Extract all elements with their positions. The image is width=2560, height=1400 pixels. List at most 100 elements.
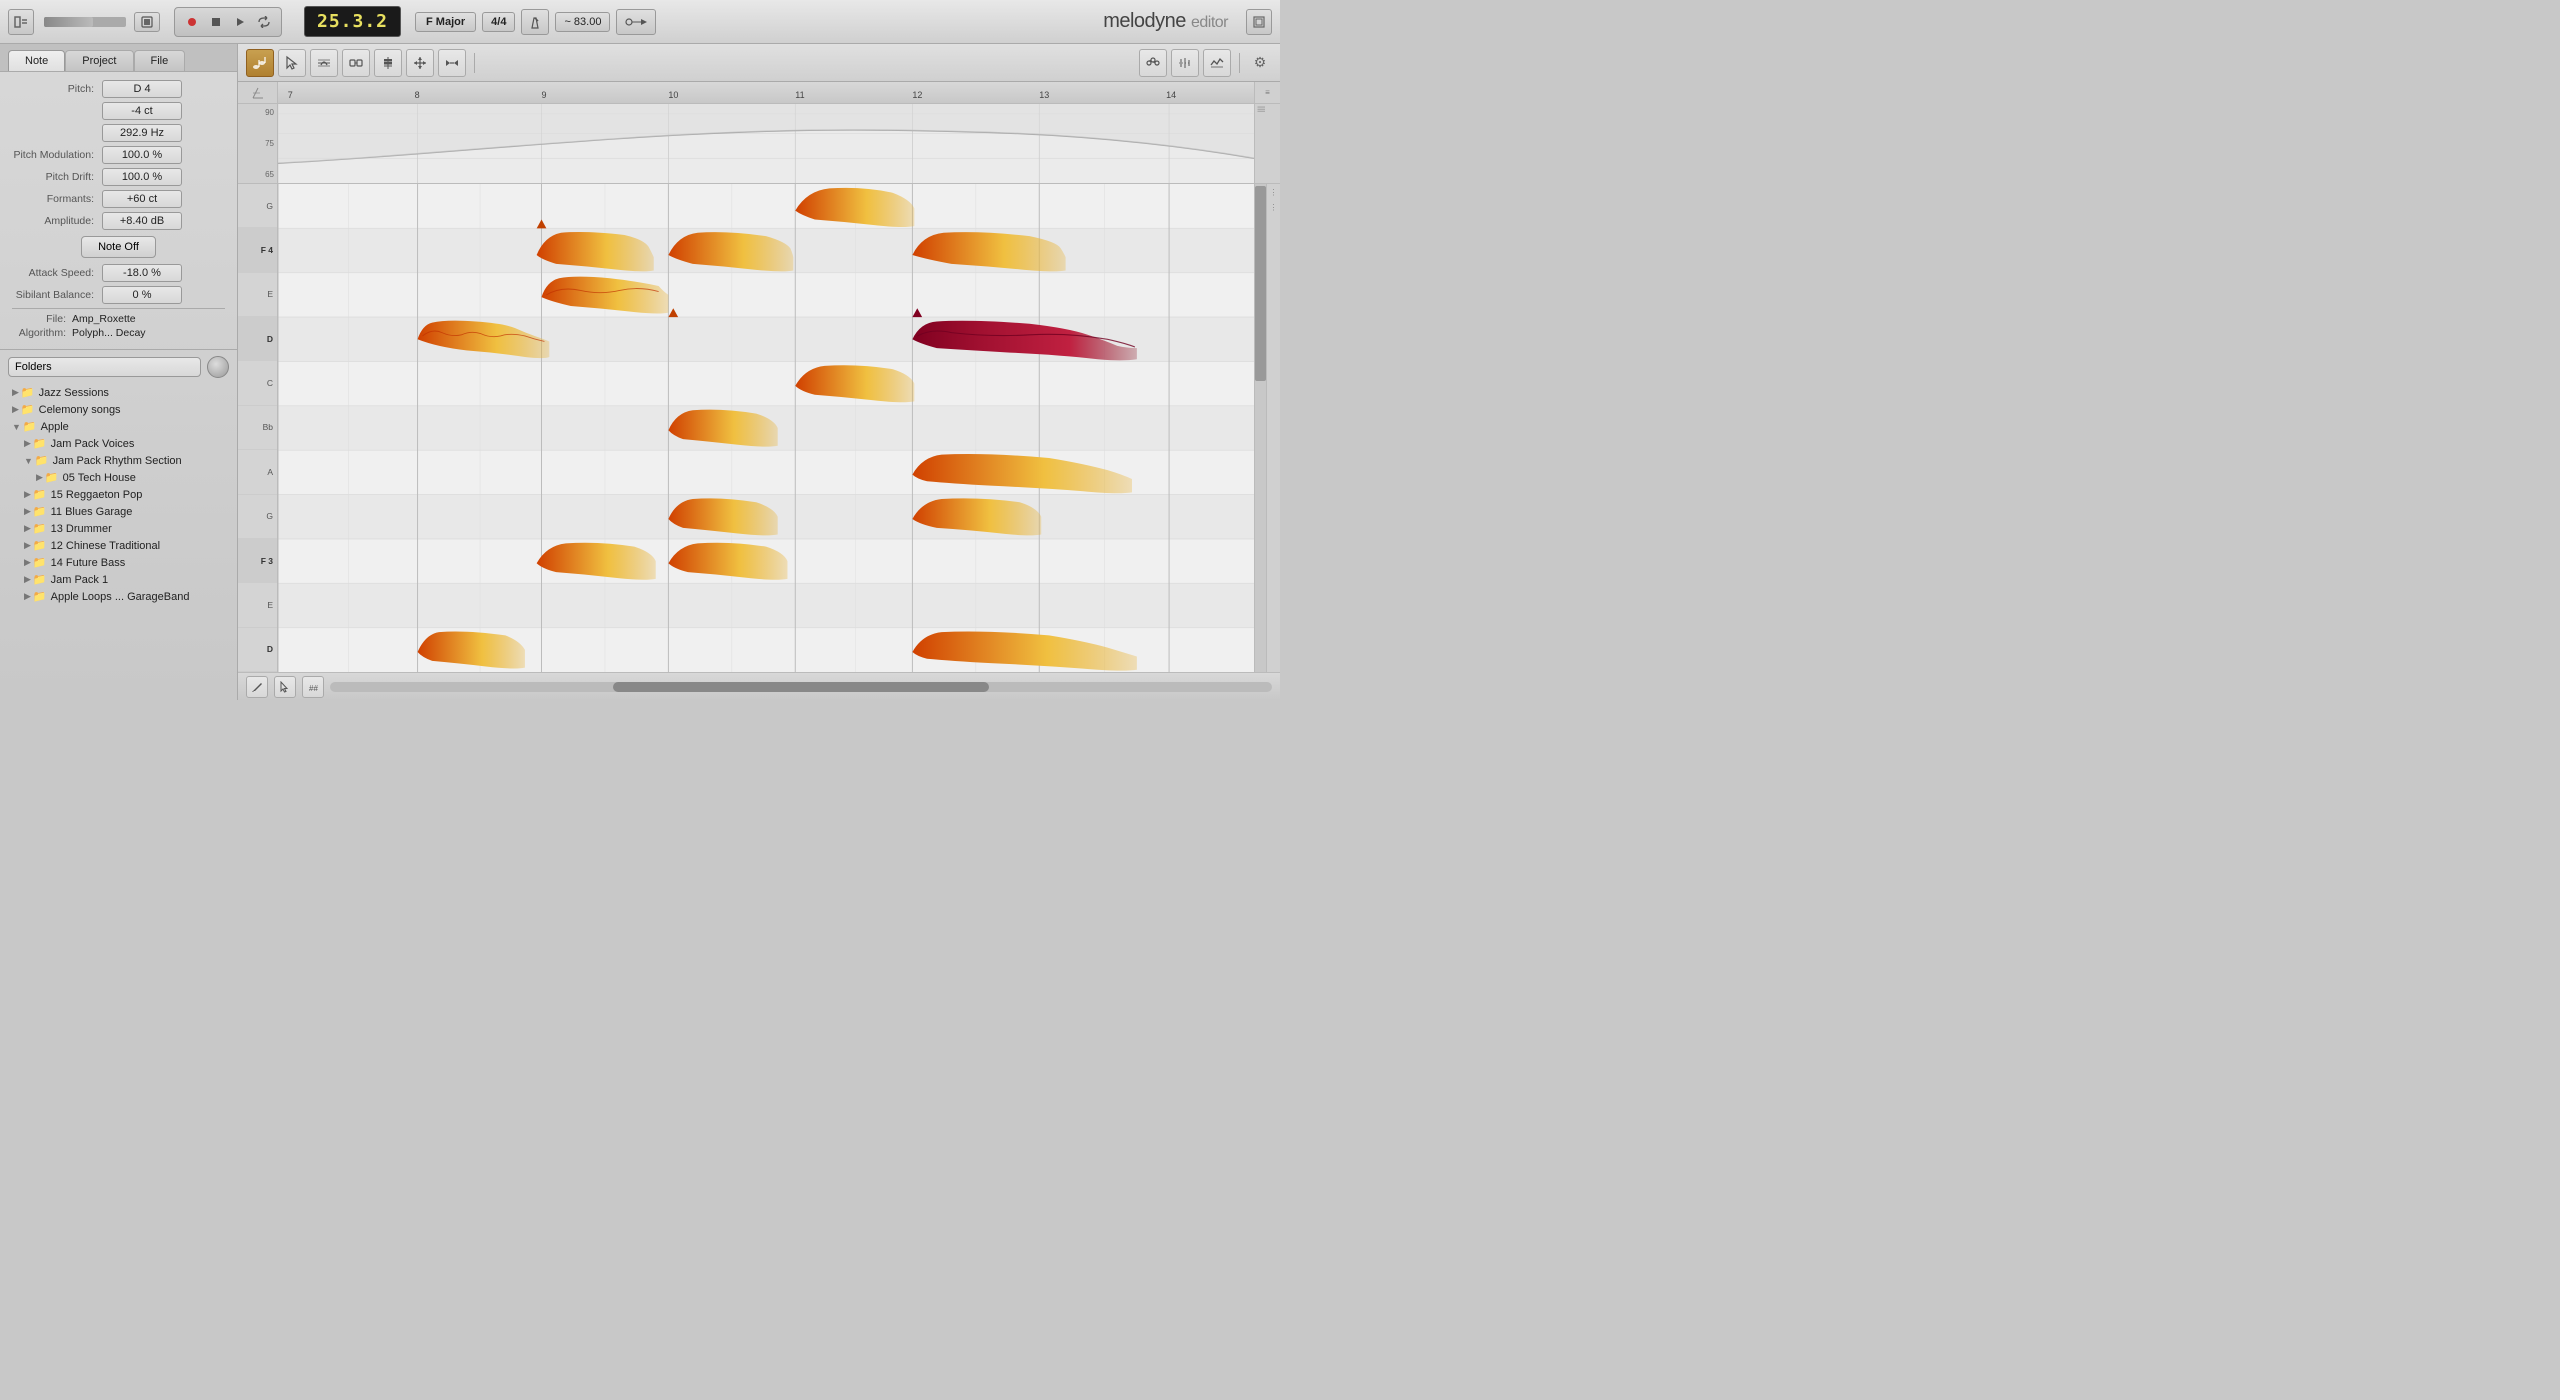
- bottom-bar: ##: [238, 672, 1280, 700]
- settings-button[interactable]: ⚙: [1248, 51, 1272, 75]
- tree-item-jazz[interactable]: ▶ 📁 Jazz Sessions: [8, 384, 229, 401]
- hz-row: 292.9 Hz: [12, 124, 225, 142]
- tree-item-blues[interactable]: ▶ 📁 11 Blues Garage: [8, 503, 229, 520]
- svg-text:##: ##: [309, 684, 318, 693]
- edge-tool-2[interactable]: ⋮: [1270, 203, 1278, 212]
- select-tool-button[interactable]: [278, 49, 306, 77]
- level-90: 90: [265, 108, 274, 117]
- note-properties-panel: Pitch: D 4 -4 ct 292.9 Hz Pitch Modulati…: [0, 72, 237, 350]
- file-row: File: Amp_Roxette: [12, 313, 225, 325]
- metronome-button[interactable]: [521, 9, 549, 35]
- tree-item-jampack-rhythm[interactable]: ▼ 📁 Jam Pack Rhythm Section: [8, 452, 229, 469]
- bar-ruler[interactable]: 7 8 9 10 11 12 13 14: [278, 82, 1254, 104]
- tree-item-apple-loops[interactable]: ▶ 📁 Apple Loops ... GarageBand: [8, 588, 229, 605]
- app-logo: melodyne editor: [1103, 10, 1228, 33]
- tree-item-jampack-voices[interactable]: ▶ 📁 Jam Pack Voices: [8, 435, 229, 452]
- folder-icon: ▶: [24, 506, 31, 517]
- file-label: File:: [12, 313, 72, 325]
- tempo-display[interactable]: ~ 83.00: [555, 12, 610, 32]
- edge-tool-1[interactable]: ⋮: [1270, 188, 1278, 197]
- pitch-drift-label: Pitch Drift:: [12, 171, 102, 183]
- main-content: Note Project File Pitch: D 4 -4 ct 292.9…: [0, 44, 1280, 700]
- cycle-button[interactable]: [253, 11, 275, 33]
- pitch-F3-label: F 3: [238, 539, 277, 583]
- amplitude-tool-button[interactable]: [374, 49, 402, 77]
- level-75: 75: [265, 139, 274, 148]
- tree-item-jampack1[interactable]: ▶ 📁 Jam Pack 1: [8, 571, 229, 588]
- pitch-D-label: D: [238, 317, 277, 361]
- tree-item-chinese[interactable]: ▶ 📁 12 Chinese Traditional: [8, 537, 229, 554]
- stretch-tool-button[interactable]: [438, 49, 466, 77]
- tree-item-drummer[interactable]: ▶ 📁 13 Drummer: [8, 520, 229, 537]
- position-display[interactable]: 25.3.2: [304, 6, 401, 37]
- bar-13: 13: [1039, 90, 1049, 100]
- loop-button[interactable]: [134, 12, 160, 32]
- transport-controls: [174, 7, 282, 37]
- key-display[interactable]: F Major: [415, 12, 476, 32]
- pencil-tool-status[interactable]: [246, 676, 268, 698]
- pitch-drift-value[interactable]: 100.0 %: [102, 168, 182, 186]
- stop-button[interactable]: [205, 11, 227, 33]
- tree-item-reggaeton[interactable]: ▶ 📁 15 Reggaeton Pop: [8, 486, 229, 503]
- melody-tool-button[interactable]: [246, 49, 274, 77]
- pitch-key-column: G F 4 E D C Bb A: [238, 184, 278, 672]
- right-edge-icon-1[interactable]: ≡: [1265, 88, 1270, 97]
- quantize-pitches-button[interactable]: [1139, 49, 1167, 77]
- automation-lane[interactable]: [278, 104, 1254, 183]
- sibilant-value[interactable]: 0 %: [102, 286, 182, 304]
- hz-value[interactable]: 292.9 Hz: [102, 124, 182, 142]
- right-edge-icon-2[interactable]: |||: [1255, 104, 1268, 114]
- pitch-tool-status[interactable]: ##: [302, 676, 324, 698]
- tree-item-future-bass[interactable]: ▶ 📁 14 Future Bass: [8, 554, 229, 571]
- cents-value[interactable]: -4 ct: [102, 102, 182, 120]
- select-tool-status[interactable]: [274, 676, 296, 698]
- horizontal-scrollbar[interactable]: [330, 682, 1272, 692]
- browser-knob[interactable]: [207, 356, 229, 378]
- sibilant-row: Sibilant Balance: 0 %: [12, 286, 225, 304]
- tab-note[interactable]: Note: [8, 50, 65, 71]
- play-button[interactable]: [229, 11, 251, 33]
- attack-speed-value[interactable]: -18.0 %: [102, 264, 182, 282]
- formants-value[interactable]: +60 ct: [102, 190, 182, 208]
- tree-item-label: Jam Pack Rhythm Section: [53, 455, 182, 467]
- time-signature[interactable]: 4/4: [482, 12, 515, 32]
- file-browser-tree: ▶ 📁 Jazz Sessions ▶ 📁 Celemony songs ▼ 📁…: [8, 384, 229, 694]
- tree-item-label: Celemony songs: [39, 404, 121, 416]
- pitch-tool-button[interactable]: [310, 49, 338, 77]
- pitch-mod-value[interactable]: 100.0 %: [102, 146, 182, 164]
- vertical-scrollbar[interactable]: [1254, 184, 1266, 672]
- note-off-button[interactable]: Note Off: [81, 236, 156, 258]
- record-button[interactable]: [181, 11, 203, 33]
- editor-right: ⚙ 7 8 9: [238, 44, 1280, 700]
- top-bar: 25.3.2 F Major 4/4 ~ 83.00 melodyne edit…: [0, 0, 1280, 44]
- window-button[interactable]: [1246, 9, 1272, 35]
- tab-file[interactable]: File: [134, 50, 186, 71]
- tree-item-tech-house[interactable]: ▶ 📁 05 Tech House: [8, 469, 229, 486]
- amplitude-value[interactable]: +8.40 dB: [102, 212, 182, 230]
- folder-expand-icon: ▼: [24, 456, 33, 466]
- cents-row: -4 ct: [12, 102, 225, 120]
- pan-tool-button[interactable]: [406, 49, 434, 77]
- pitch-center-button[interactable]: [1203, 49, 1231, 77]
- folder-icon: ▶: [24, 438, 31, 449]
- pitch-value[interactable]: D 4: [102, 80, 182, 98]
- folder-icon: ▶: [36, 472, 43, 483]
- timing-button[interactable]: [1171, 49, 1199, 77]
- tuning-button[interactable]: [616, 9, 656, 35]
- tab-project[interactable]: Project: [65, 50, 133, 71]
- pitch-D3-label: D: [238, 628, 277, 672]
- bar-10: 10: [668, 90, 678, 100]
- tree-item-label: 05 Tech House: [63, 472, 136, 484]
- scrollbar-thumb-v[interactable]: [1255, 186, 1266, 381]
- pitch-drift-row: Pitch Drift: 100.0 %: [12, 168, 225, 186]
- scrub-bar[interactable]: [44, 17, 126, 27]
- main-grid[interactable]: [278, 184, 1254, 672]
- tree-item-apple[interactable]: ▼ 📁 Apple: [8, 418, 229, 435]
- pitch-E-label: E: [238, 273, 277, 317]
- scrollbar-thumb-h[interactable]: [613, 682, 990, 692]
- time-tool-button[interactable]: [342, 49, 370, 77]
- sidebar-toggle-button[interactable]: [8, 9, 34, 35]
- tree-item-label: Jam Pack 1: [51, 574, 108, 586]
- tree-item-celemony[interactable]: ▶ 📁 Celemony songs: [8, 401, 229, 418]
- browser-mode-select[interactable]: Folders Recent: [8, 357, 201, 377]
